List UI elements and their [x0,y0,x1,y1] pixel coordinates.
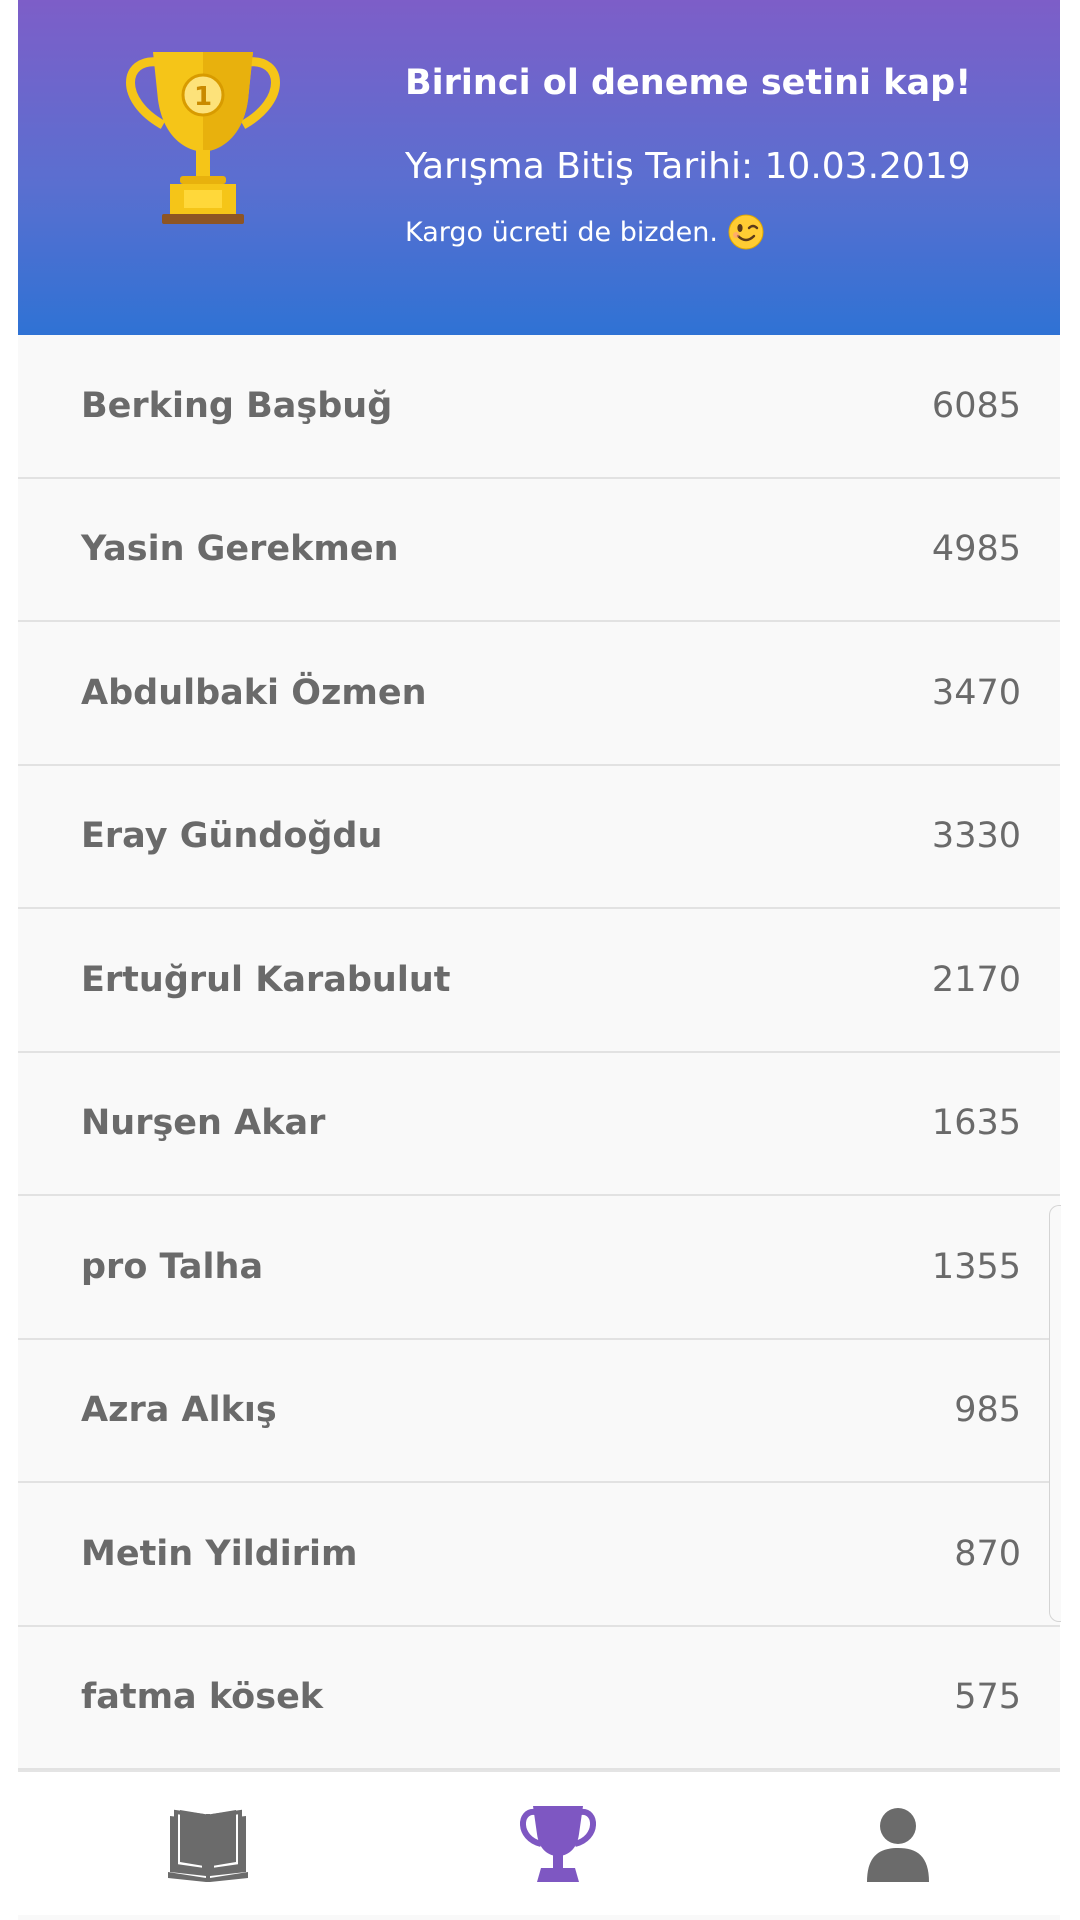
contest-end-date: Yarışma Bitiş Tarihi: 10.03.2019 [405,146,971,187]
player-name: fatma kösek [81,1677,324,1718]
gold-trophy-icon: 1 [126,52,280,224]
player-name: Azra Alkış [81,1390,277,1431]
player-score: 985 [954,1390,1021,1431]
player-score: 4985 [931,529,1021,570]
bottom-navigation [18,1770,1060,1915]
shipping-note: Kargo ücreti de bizden. [405,214,764,250]
player-name: Berking Başbuğ [81,385,393,426]
player-score: 6085 [931,385,1021,426]
player-name: Abdulbaki Özmen [81,672,427,713]
leaderboard-row[interactable]: Abdulbaki Özmen 3470 [18,622,1060,766]
player-name: Eray Gündoğdu [81,816,383,857]
leaderboard-row[interactable]: Metin Yildirim 870 [18,1483,1060,1627]
player-score: 575 [954,1677,1021,1718]
leaderboard-row[interactable]: Berking Başbuğ 6085 [18,335,1060,479]
player-name: Metin Yildirim [81,1533,358,1574]
shipping-note-text: Kargo ücreti de bizden. [405,216,718,248]
player-score: 1635 [931,1103,1021,1144]
nav-books-button[interactable] [128,1772,288,1915]
book-icon [168,1809,248,1882]
leaderboard-list: Berking Başbuğ 6085 Yasin Gerekmen 4985 … [18,335,1060,1770]
leaderboard-row[interactable]: Yasin Gerekmen 4985 [18,478,1060,622]
player-name: Yasin Gerekmen [81,529,399,570]
leaderboard-row[interactable]: fatma kösek 575 [18,1626,1060,1770]
player-score: 1355 [931,1246,1021,1287]
leaderboard-row[interactable]: Ertuğrul Karabulut 2170 [18,909,1060,1053]
nav-profile-button[interactable] [818,1772,978,1915]
svg-text:1: 1 [194,82,212,112]
player-name: pro Talha [81,1246,264,1287]
player-name: Ertuğrul Karabulut [81,959,451,1000]
leaderboard-row[interactable]: Nurşen Akar 1635 [18,1052,1060,1196]
trophy-icon [520,1805,596,1882]
player-score: 3330 [931,816,1021,857]
leaderboard-row[interactable]: pro Talha 1355 [18,1196,1060,1340]
contest-banner: 1 Birinci ol deneme setini kap! Yarışma … [18,0,1060,335]
winking-face-icon [728,214,764,250]
leaderboard-row[interactable]: Azra Alkış 985 [18,1339,1060,1483]
nav-leaderboard-button[interactable] [478,1772,638,1915]
scrollbar-thumb[interactable] [1049,1205,1061,1622]
player-name: Nurşen Akar [81,1103,326,1144]
leaderboard-row[interactable]: Eray Gündoğdu 3330 [18,765,1060,909]
user-icon [867,1807,929,1882]
player-score: 870 [954,1533,1021,1574]
contest-title: Birinci ol deneme setini kap! [405,63,972,103]
player-score: 2170 [931,959,1021,1000]
leaderboard-screen: 1 Birinci ol deneme setini kap! Yarışma … [18,0,1061,1920]
player-score: 3470 [931,672,1021,713]
